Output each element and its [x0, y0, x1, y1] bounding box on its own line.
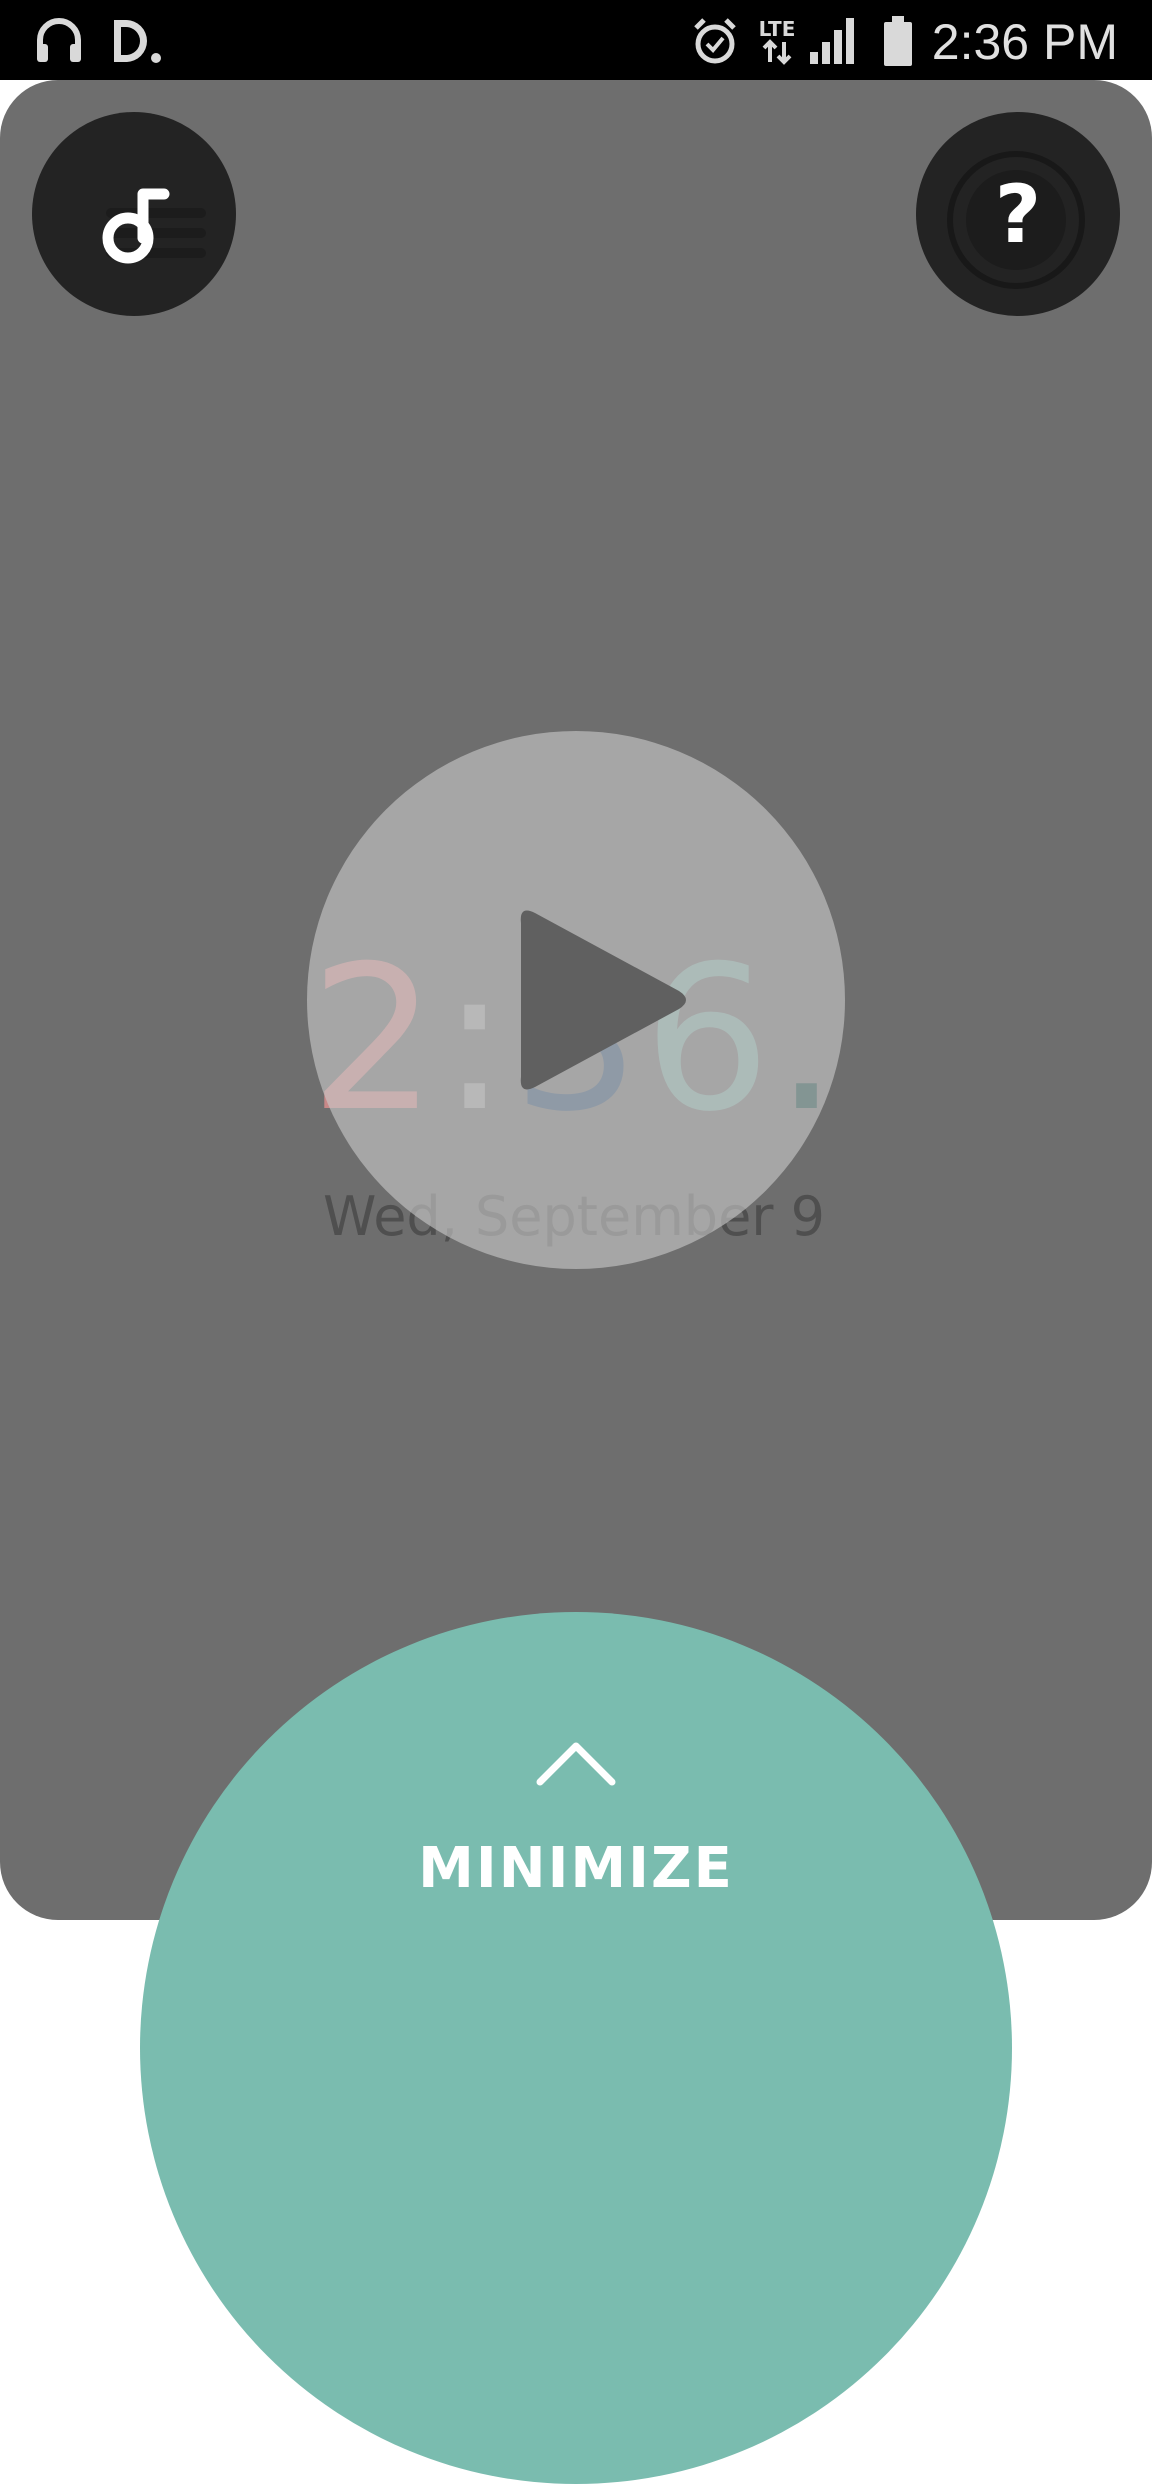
battery-icon	[884, 16, 912, 66]
status-time: 2:36 PM	[931, 14, 1118, 70]
svg-text:LTE: LTE	[759, 17, 796, 41]
alarm-icon	[694, 18, 736, 64]
signal-icon	[810, 18, 854, 64]
chevron-up-icon	[536, 1742, 616, 1786]
music-note-icon	[102, 188, 206, 264]
lte-icon: LTE	[759, 17, 796, 65]
dashclock-icon	[114, 20, 161, 63]
svg-text:?: ?	[995, 168, 1041, 261]
play-button[interactable]	[307, 731, 845, 1269]
play-icon	[520, 910, 686, 1090]
help-button[interactable]: ?	[916, 112, 1120, 316]
headphones-icon	[37, 18, 81, 62]
status-bar: LTE 2:36 PM	[0, 0, 1152, 80]
help-icon: ?	[947, 151, 1085, 289]
music-button[interactable]	[32, 112, 236, 316]
minimize-label: MINIMIZE	[418, 1836, 734, 1901]
